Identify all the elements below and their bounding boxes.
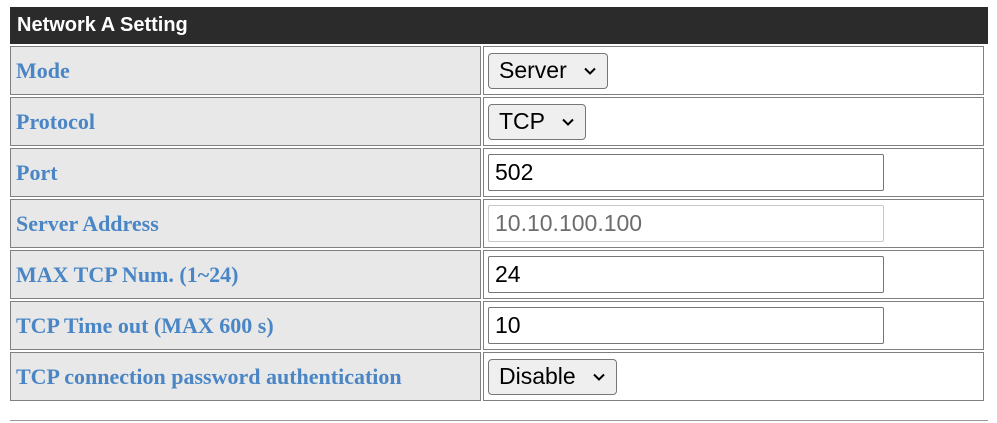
network-a-setting-panel: Network A Setting Mode Server Protocol T…	[10, 7, 988, 403]
row-mode: Mode Server	[10, 46, 984, 95]
chevron-down-icon	[562, 118, 574, 126]
row-tcp-timeout: TCP Time out (MAX 600 s)	[10, 301, 984, 350]
chevron-down-icon	[584, 67, 596, 75]
settings-table: Mode Server Protocol TCP Port 502 Server…	[8, 44, 986, 403]
max-tcp-num-label: MAX TCP Num. (1~24)	[10, 250, 481, 299]
protocol-select-value: TCP	[499, 108, 545, 134]
row-port: Port	[10, 148, 984, 197]
server-address-label: Server Address	[10, 199, 481, 248]
row-tcp-password-auth: TCP connection password authentication D…	[10, 352, 984, 401]
server-address-input	[488, 205, 884, 242]
tcp-timeout-label: TCP Time out (MAX 600 s)	[10, 301, 481, 350]
row-protocol: Protocol TCP	[10, 97, 984, 146]
port-input[interactable]	[488, 154, 884, 191]
protocol-select[interactable]: TCP	[488, 103, 586, 140]
tcp-password-auth-label: TCP connection password authentication	[10, 352, 481, 401]
tcp-password-auth-select[interactable]: Disable	[488, 358, 617, 395]
row-max-tcp-num: MAX TCP Num. (1~24)	[10, 250, 984, 299]
port-label: Port	[10, 148, 481, 197]
row-server-address: Server Address	[10, 199, 984, 248]
mode-label: Mode	[10, 46, 481, 95]
tcp-password-auth-select-value: Disable	[499, 363, 576, 389]
panel-title: Network A Setting	[10, 7, 988, 44]
bottom-divider	[10, 420, 988, 421]
tcp-timeout-input[interactable]	[488, 307, 884, 344]
mode-select[interactable]: Server	[488, 52, 608, 89]
chevron-down-icon	[593, 373, 605, 381]
mode-select-value: Server	[499, 57, 567, 83]
max-tcp-num-input[interactable]	[488, 256, 884, 293]
protocol-label: Protocol	[10, 97, 481, 146]
